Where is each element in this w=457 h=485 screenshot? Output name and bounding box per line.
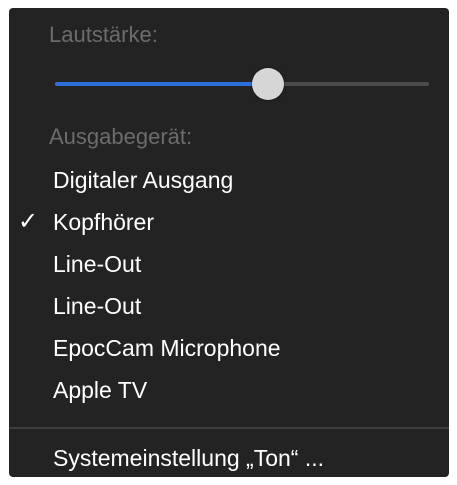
output-device-item[interactable]: Line-Out bbox=[9, 244, 449, 284]
system-settings-label: Systemeinstellung „Ton“ ... bbox=[53, 445, 325, 471]
system-settings-item[interactable]: Systemeinstellung „Ton“ ... bbox=[9, 438, 449, 477]
output-device-label: Ausgabegerät: bbox=[49, 124, 193, 149]
output-device-label-text: Digitaler Ausgang bbox=[53, 167, 234, 193]
volume-label: Lautstärke: bbox=[49, 22, 158, 47]
volume-slider-thumb[interactable] bbox=[252, 68, 285, 100]
output-device-item[interactable]: ✓ Kopfhörer bbox=[9, 202, 449, 242]
menu-separator bbox=[9, 427, 449, 429]
output-device-label-text: Apple TV bbox=[53, 377, 148, 403]
output-device-label-text: Line-Out bbox=[53, 251, 142, 277]
output-device-label-text: EpocCam Microphone bbox=[53, 335, 281, 361]
output-device-item[interactable]: EpocCam Microphone bbox=[9, 328, 449, 368]
output-device-label-text: Kopfhörer bbox=[53, 209, 155, 235]
output-device-item[interactable]: Digitaler Ausgang bbox=[9, 160, 449, 200]
volume-slider-fill bbox=[55, 82, 269, 86]
checkmark-icon: ✓ bbox=[18, 208, 39, 235]
sound-menu: Lautstärke: Ausgabegerät: Digitaler Ausg… bbox=[9, 8, 449, 477]
volume-slider[interactable] bbox=[55, 68, 429, 100]
output-device-item[interactable]: Line-Out bbox=[9, 286, 449, 326]
output-device-label-text: Line-Out bbox=[53, 293, 142, 319]
output-device-item[interactable]: Apple TV bbox=[9, 370, 449, 410]
